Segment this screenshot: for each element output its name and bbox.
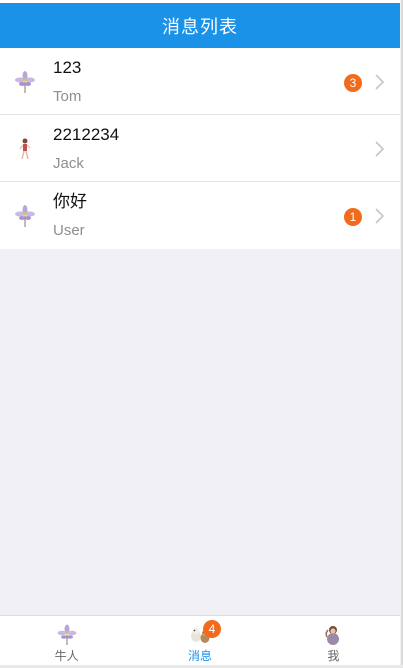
flower-icon	[14, 204, 36, 228]
figure-icon	[14, 137, 36, 161]
app-screen: 消息列表 123 Tom 3 2212234 Jack 你好 User 1 牛人…	[0, 0, 403, 668]
flower-icon	[14, 70, 36, 94]
message-row[interactable]: 123 Tom 3	[0, 48, 400, 115]
chevron-right-icon	[374, 72, 386, 92]
chevron-right-icon	[374, 206, 386, 226]
chevron-right-icon	[374, 139, 386, 159]
message-list: 123 Tom 3 2212234 Jack 你好 User 1	[0, 48, 400, 249]
unread-badge: 1	[344, 208, 362, 226]
flower-icon	[56, 624, 78, 646]
tab-label: 消息	[187, 649, 212, 663]
message-title: 你好	[53, 192, 87, 211]
message-row[interactable]: 2212234 Jack	[0, 115, 400, 182]
message-sender: Jack	[53, 155, 84, 172]
message-title: 123	[53, 58, 82, 77]
app-header: 消息列表	[0, 3, 400, 48]
message-sender: User	[53, 222, 85, 239]
message-row[interactable]: 你好 User 1	[0, 182, 400, 249]
tab-label: 我	[327, 649, 340, 663]
tab-talent[interactable]: 牛人	[0, 616, 133, 665]
tab-messages[interactable]: 4 消息	[133, 616, 266, 665]
message-title: 2212234	[53, 125, 120, 144]
message-sender: Tom	[53, 88, 82, 105]
tab-me[interactable]: 我	[267, 616, 400, 665]
tab-label: 牛人	[54, 649, 79, 663]
page-title: 消息列表	[162, 16, 238, 37]
tab-badge: 4	[202, 620, 221, 638]
unread-badge: 3	[344, 74, 362, 92]
tab-bar: 牛人 4 消息 我	[0, 615, 400, 665]
person-icon	[322, 624, 344, 646]
